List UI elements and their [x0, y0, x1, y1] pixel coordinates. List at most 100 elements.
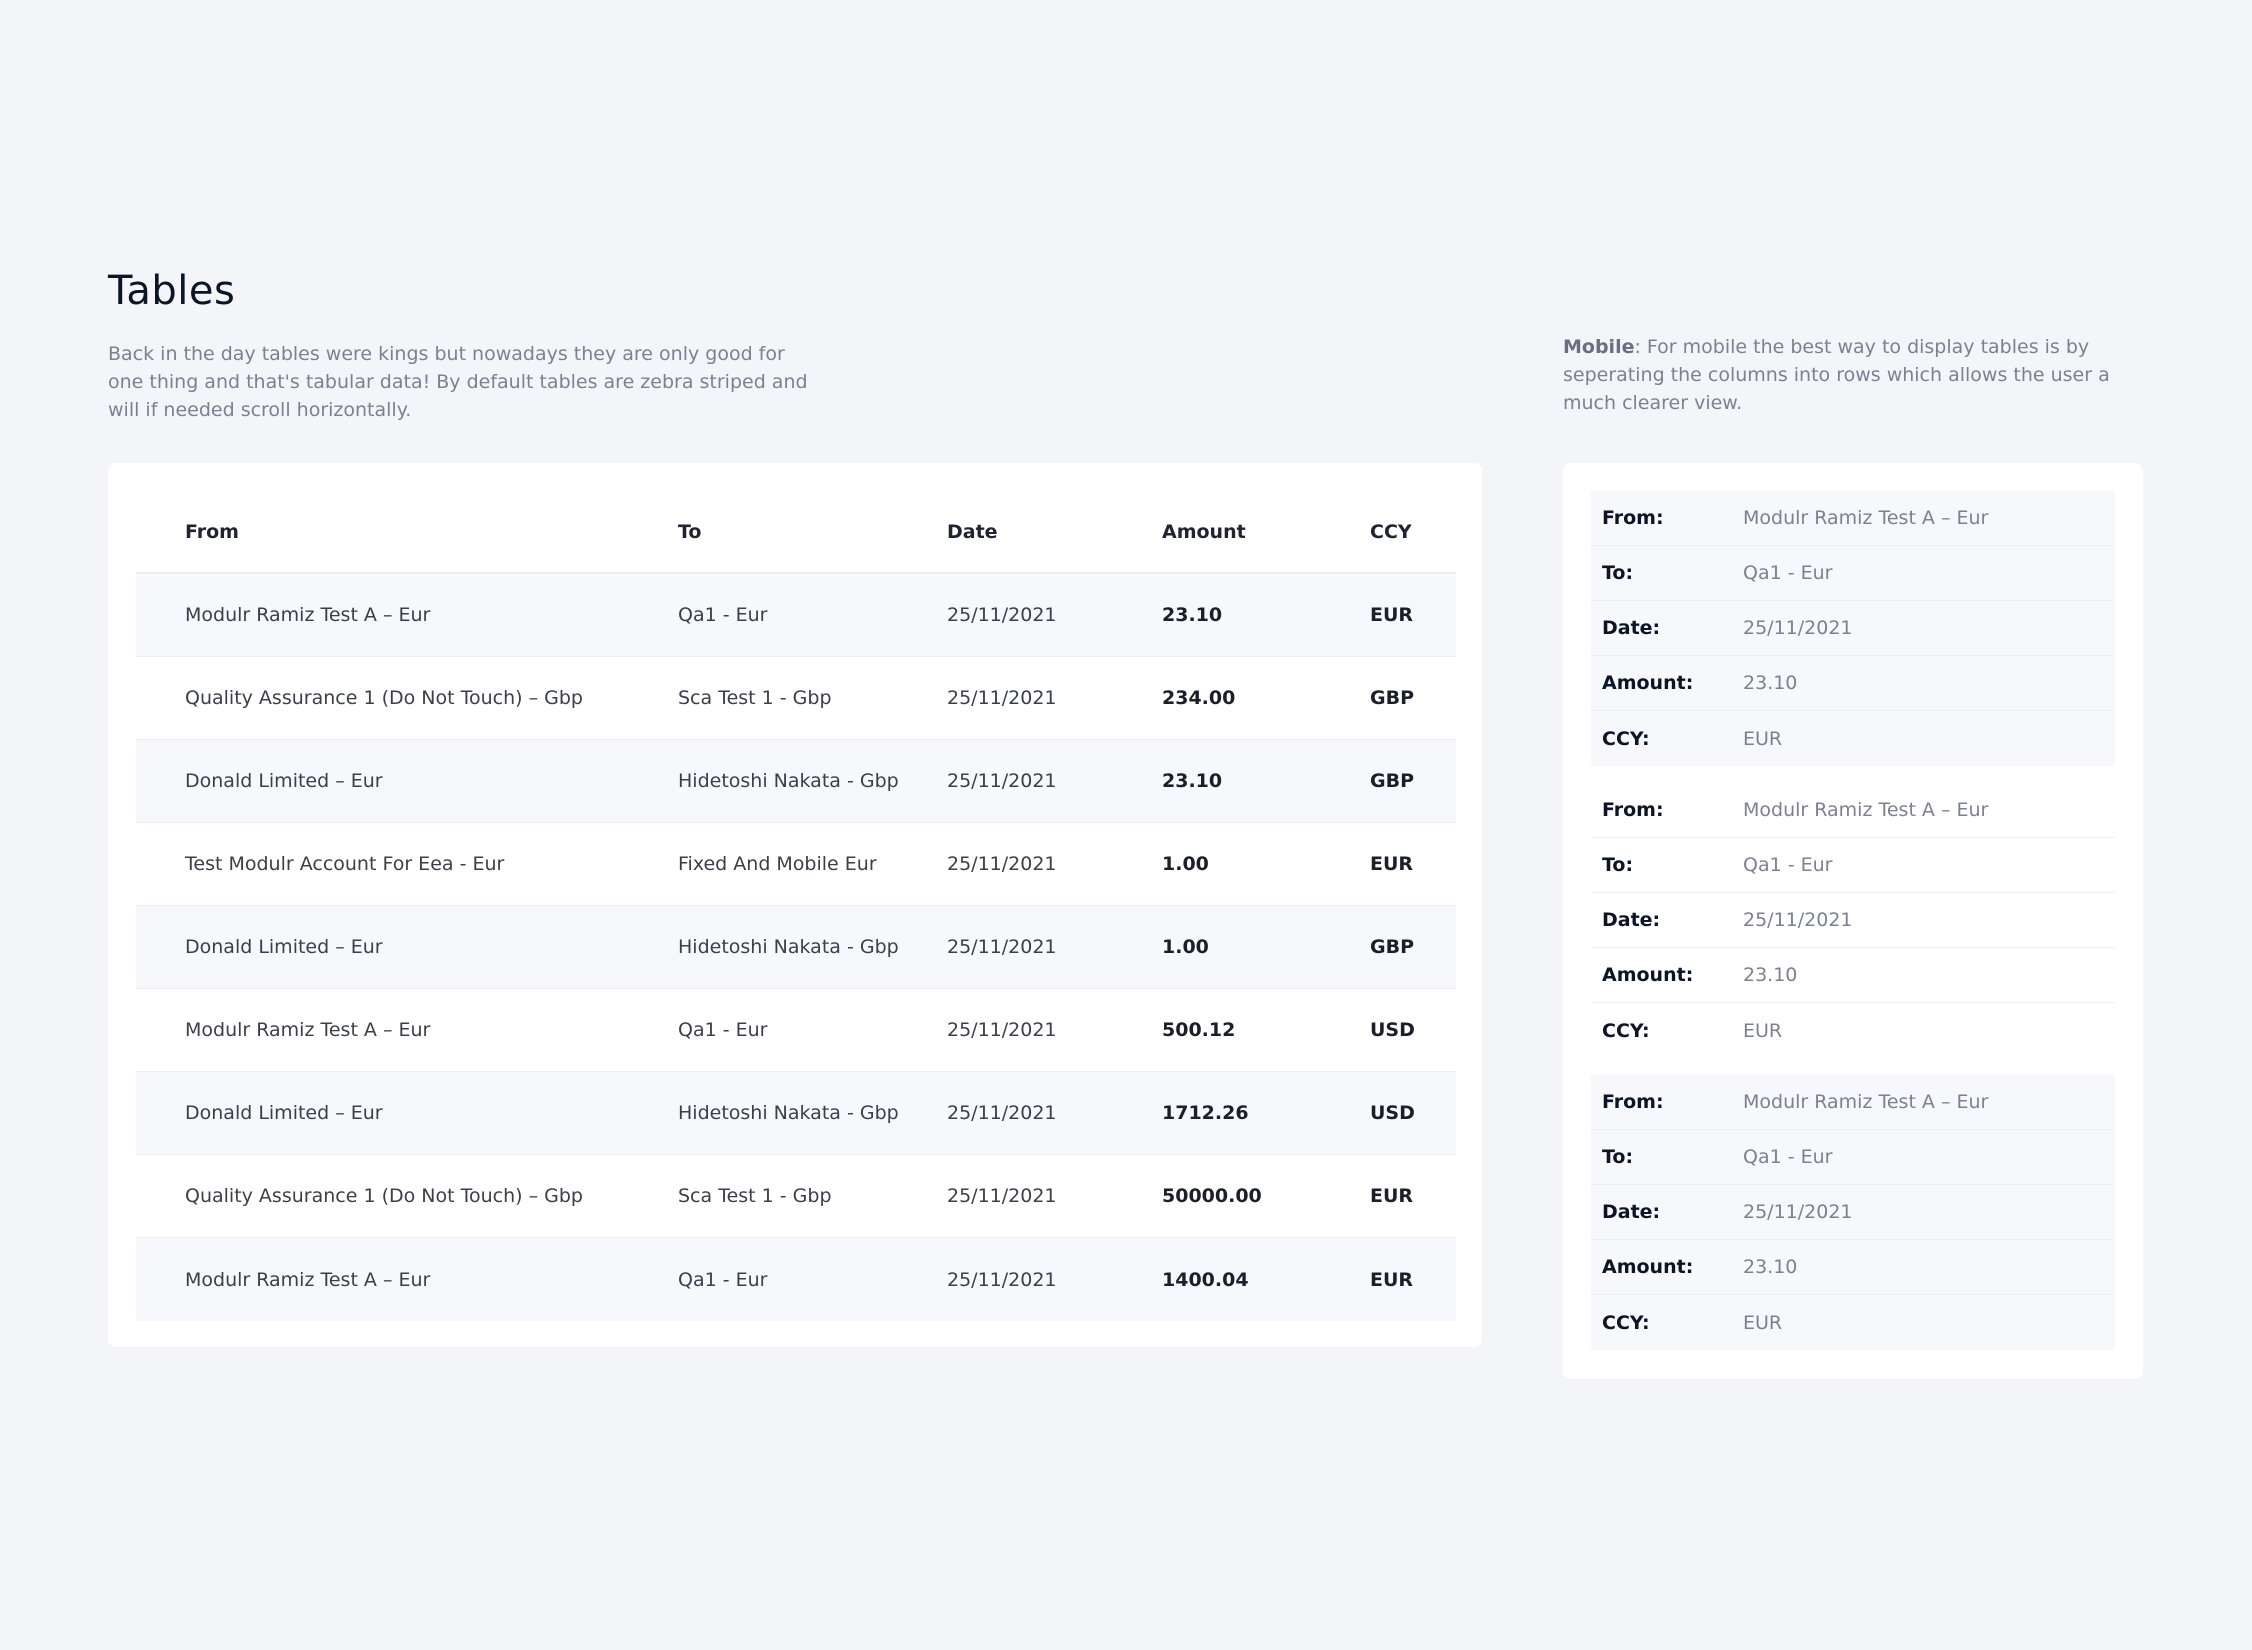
column-header-date[interactable]: Date: [947, 521, 998, 543]
cell-ccy: EUR: [1370, 853, 1414, 875]
cell-ccy: GBP: [1370, 770, 1415, 792]
table-row[interactable]: Donald Limited – Eur Hidetoshi Nakata - …: [136, 740, 1456, 823]
cell-amount: 1.00: [1162, 936, 1209, 958]
mobile-label: Date:: [1602, 909, 1661, 931]
mobile-row-to: To: Qa1 - Eur: [1591, 546, 2115, 601]
cell-date: 25/11/2021: [947, 853, 1057, 875]
mobile-value: Modulr Ramiz Test A – Eur: [1743, 799, 1989, 821]
cell-to: Hidetoshi Nakata - Gbp: [678, 770, 899, 792]
mobile-label: CCY:: [1602, 727, 1650, 750]
mobile-row-date: Date: 25/11/2021: [1591, 601, 2115, 656]
mobile-label: CCY:: [1602, 1019, 1650, 1042]
cell-amount: 500.12: [1162, 1019, 1236, 1041]
cell-from: Quality Assurance 1 (Do Not Touch) – Gbp: [185, 687, 583, 709]
mobile-label: To:: [1602, 854, 1634, 876]
mobile-record[interactable]: From: Modulr Ramiz Test A – Eur To: Qa1 …: [1591, 491, 2115, 766]
table-row[interactable]: Modulr Ramiz Test A – Eur Qa1 - Eur 25/1…: [136, 1238, 1456, 1321]
page: Tables Back in the day tables were kings…: [0, 0, 2252, 1650]
mobile-row-to: To: Qa1 - Eur: [1591, 838, 2115, 893]
mobile-label: Date:: [1602, 617, 1661, 639]
cell-date: 25/11/2021: [947, 1019, 1057, 1041]
mobile-row-amount: Amount: 23.10: [1591, 948, 2115, 1003]
table-header-row: From To Date Amount CCY: [136, 491, 1456, 574]
page-title: Tables: [108, 268, 236, 314]
cell-date: 25/11/2021: [947, 1185, 1057, 1207]
cell-ccy: EUR: [1370, 1185, 1414, 1207]
table-row[interactable]: Modulr Ramiz Test A – Eur Qa1 - Eur 25/1…: [136, 574, 1456, 657]
mobile-row-from: From: Modulr Ramiz Test A – Eur: [1591, 783, 2115, 838]
column-header-to[interactable]: To: [678, 521, 702, 543]
mobile-row-ccy: CCY: EUR: [1591, 1295, 2115, 1350]
column-header-ccy[interactable]: CCY: [1370, 521, 1412, 543]
mobile-label: Amount:: [1602, 672, 1694, 694]
mobile-label: To:: [1602, 562, 1634, 584]
table-card: From To Date Amount CCY Modulr Ramiz Tes…: [108, 463, 1482, 1347]
table-row[interactable]: Test Modulr Account For Eea - Eur Fixed …: [136, 823, 1456, 906]
cell-to: Sca Test 1 - Gbp: [678, 1185, 832, 1207]
cell-to: Qa1 - Eur: [678, 1019, 768, 1041]
cell-to: Hidetoshi Nakata - Gbp: [678, 1102, 899, 1124]
mobile-label: From:: [1602, 1091, 1664, 1113]
mobile-value: Modulr Ramiz Test A – Eur: [1743, 1091, 1989, 1113]
cell-to: Hidetoshi Nakata - Gbp: [678, 936, 899, 958]
cell-date: 25/11/2021: [947, 1268, 1057, 1291]
mobile-value: 25/11/2021: [1743, 1201, 1853, 1223]
cell-ccy: USD: [1370, 1102, 1415, 1124]
table-row[interactable]: Quality Assurance 1 (Do Not Touch) – Gbp…: [136, 1155, 1456, 1238]
cell-ccy: GBP: [1370, 687, 1415, 709]
mobile-row-ccy: CCY: EUR: [1591, 1003, 2115, 1058]
mobile-label: From:: [1602, 507, 1664, 529]
cell-date: 25/11/2021: [947, 770, 1057, 792]
mobile-row-to: To: Qa1 - Eur: [1591, 1130, 2115, 1185]
mobile-note: Mobile: For mobile the best way to displ…: [1563, 333, 2143, 417]
mobile-value: EUR: [1743, 1311, 1783, 1334]
mobile-value: 23.10: [1743, 1256, 1798, 1278]
cell-ccy: EUR: [1370, 1268, 1414, 1291]
cell-from: Donald Limited – Eur: [185, 936, 383, 958]
mobile-row-date: Date: 25/11/2021: [1591, 1185, 2115, 1240]
mobile-row-amount: Amount: 23.10: [1591, 1240, 2115, 1295]
mobile-record[interactable]: From: Modulr Ramiz Test A – Eur To: Qa1 …: [1591, 1075, 2115, 1350]
data-table: From To Date Amount CCY Modulr Ramiz Tes…: [136, 491, 1456, 1321]
mobile-label: Date:: [1602, 1201, 1661, 1223]
table-row[interactable]: Donald Limited – Eur Hidetoshi Nakata - …: [136, 1072, 1456, 1155]
mobile-value: EUR: [1743, 727, 1783, 750]
mobile-row-from: From: Modulr Ramiz Test A – Eur: [1591, 1075, 2115, 1130]
cell-from: Test Modulr Account For Eea - Eur: [185, 853, 505, 875]
mobile-value: 23.10: [1743, 964, 1798, 986]
cell-from: Quality Assurance 1 (Do Not Touch) – Gbp: [185, 1185, 583, 1207]
mobile-label: From:: [1602, 799, 1664, 821]
mobile-label: Amount:: [1602, 1256, 1694, 1278]
cell-amount: 23.10: [1162, 604, 1223, 626]
mobile-row-date: Date: 25/11/2021: [1591, 893, 2115, 948]
cell-amount: 1400.04: [1162, 1268, 1249, 1291]
cell-amount: 1.00: [1162, 853, 1209, 875]
cell-date: 25/11/2021: [947, 604, 1057, 626]
mobile-label: CCY:: [1602, 1311, 1650, 1334]
mobile-label: To:: [1602, 1146, 1634, 1168]
cell-ccy: EUR: [1370, 604, 1414, 626]
cell-from: Modulr Ramiz Test A – Eur: [185, 1019, 431, 1041]
mobile-note-text: : For mobile the best way to display tab…: [1563, 336, 2110, 414]
mobile-row-amount: Amount: 23.10: [1591, 656, 2115, 711]
cell-amount: 23.10: [1162, 770, 1223, 792]
mobile-record[interactable]: From: Modulr Ramiz Test A – Eur To: Qa1 …: [1591, 783, 2115, 1058]
column-header-from[interactable]: From: [185, 521, 239, 543]
cell-to: Sca Test 1 - Gbp: [678, 687, 832, 709]
mobile-value: 23.10: [1743, 672, 1798, 694]
table-row[interactable]: Quality Assurance 1 (Do Not Touch) – Gbp…: [136, 657, 1456, 740]
cell-from: Modulr Ramiz Test A – Eur: [185, 1268, 431, 1291]
table-row[interactable]: Donald Limited – Eur Hidetoshi Nakata - …: [136, 906, 1456, 989]
cell-date: 25/11/2021: [947, 1102, 1057, 1124]
cell-to: Qa1 - Eur: [678, 604, 768, 626]
column-header-amount[interactable]: Amount: [1162, 521, 1246, 543]
mobile-value: 25/11/2021: [1743, 909, 1853, 931]
cell-to: Qa1 - Eur: [678, 1268, 768, 1291]
mobile-value: Qa1 - Eur: [1743, 562, 1833, 584]
mobile-value: Qa1 - Eur: [1743, 854, 1833, 876]
cell-ccy: USD: [1370, 1019, 1415, 1041]
cell-ccy: GBP: [1370, 936, 1415, 958]
cell-to: Fixed And Mobile Eur: [678, 853, 877, 875]
table-row[interactable]: Modulr Ramiz Test A – Eur Qa1 - Eur 25/1…: [136, 989, 1456, 1072]
mobile-value: Qa1 - Eur: [1743, 1146, 1833, 1168]
